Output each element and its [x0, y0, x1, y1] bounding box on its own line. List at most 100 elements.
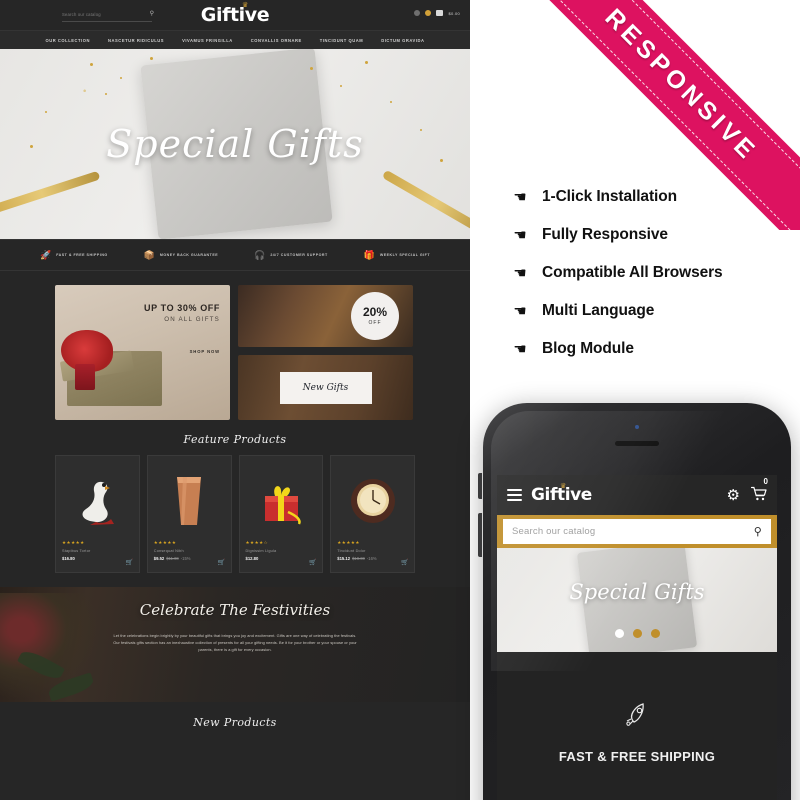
product-name[interactable]: Consequat Nibh: [154, 549, 225, 553]
feature-item-1-click-installation: ☚ 1-Click Installation: [512, 188, 792, 206]
product-rating: ★★★★☆: [245, 540, 269, 545]
product-card[interactable]: ★★★★★ Consequat Nibh $9.52 $11.00 -15% 🛒: [146, 455, 232, 573]
product-rating: ★★★★★: [62, 540, 85, 545]
desktop-header: Search our catalog ⚲ Giftive ♛ $0.00: [0, 0, 470, 30]
add-to-cart-icon[interactable]: 🛒: [401, 560, 408, 566]
product-image: [337, 462, 408, 540]
service-money-back-guarantee: 📦 MONEY BACK GUARANTEE: [143, 249, 219, 260]
cart-total: $0.00: [448, 10, 460, 16]
shop-now-button[interactable]: SHOP NOW: [144, 349, 220, 354]
hero-gold-ribbon-2: [381, 169, 470, 238]
mobile-search-placeholder: Search our catalog: [512, 526, 596, 537]
headphones-icon: 🎧: [254, 249, 266, 260]
site-logo[interactable]: Giftive ♛: [0, 1, 470, 26]
feature-products-title: Feature Products: [183, 433, 287, 446]
front-camera-icon: [635, 425, 639, 429]
hero-gold-ribbon: [0, 170, 101, 217]
ribbon-stitch-top: [546, 0, 800, 220]
new-products-section: New Products: [0, 702, 470, 747]
service-strip: 🚀 FAST & FREE SHIPPING 📦 MONEY BACK GUAR…: [0, 239, 470, 271]
product-price: $12.80: [245, 556, 259, 561]
festivities-section: Celebrate The Festivities Let the celebr…: [0, 587, 470, 702]
price-current: $9.52: [153, 556, 165, 561]
gift-icon: 🎁: [363, 249, 375, 260]
product-name[interactable]: Stapibus Tortor: [62, 549, 133, 553]
desktop-preview: Search our catalog ⚲ Giftive ♛ $0.00 OUR…: [0, 0, 470, 800]
thumbs-up-icon: ☚: [513, 340, 527, 358]
wishlist-icon[interactable]: [425, 10, 432, 16]
mobile-hero-slider[interactable]: Special Gifts: [497, 548, 777, 652]
mobile-search-input[interactable]: Search our catalog ⚲: [503, 519, 771, 544]
add-to-cart-icon[interactable]: 🛒: [126, 560, 133, 566]
nav-item-vivamus-fringilla[interactable]: VIVAMUS FRINGILLA: [182, 38, 233, 43]
service-label: WEEKLY SPECIAL GIFT: [379, 253, 431, 257]
slider-dot-2[interactable]: [632, 629, 642, 638]
feature-item-multi-language: ☚ Multi Language: [512, 302, 792, 320]
feature-label: 1-Click Installation: [542, 188, 677, 205]
price-discount: -16%: [366, 556, 377, 561]
service-weekly-special-gift: 🎁 WEEKLY SPECIAL GIFT: [363, 249, 431, 260]
gear-icon[interactable]: ⚙: [727, 488, 740, 503]
discount-badge: 20% OFF: [351, 292, 399, 340]
product-card[interactable]: ★★★★★ Tincidunt Dolor $15.12 $18.00 -16% 🛒: [330, 455, 415, 573]
service-label: 24/7 CUSTOMER SUPPORT: [270, 253, 328, 257]
product-image: [246, 462, 317, 540]
promo-banner-grid: UP TO 30% OFF ON ALL GIFTS SHOP NOW 20% …: [0, 271, 470, 420]
slider-dot-1[interactable]: [614, 629, 624, 638]
crown-icon: ♛: [560, 482, 566, 490]
feature-item-compatible-all-browsers: ☚ Compatible All Browsers: [512, 264, 792, 282]
hamburger-menu-icon[interactable]: [507, 486, 522, 504]
right-panel: RESPONSIVE ☚ 1-Click Installation ☚ Full…: [470, 0, 800, 800]
product-card[interactable]: ★★★★☆ Dignissim Ligula $12.80 🛒: [238, 455, 324, 573]
nav-item-dictum-gravida[interactable]: DICTUM GRAVIDA: [381, 38, 424, 43]
mobile-service-label: FAST & FREE SHIPPING: [558, 749, 716, 764]
rocket-icon: [497, 700, 777, 735]
user-account-icon[interactable]: [414, 10, 421, 16]
mobile-service-block: FAST & FREE SHIPPING: [497, 652, 777, 764]
thumbs-up-icon: ☚: [513, 226, 527, 244]
add-to-cart-icon[interactable]: 🛒: [309, 560, 316, 566]
feature-label: Blog Module: [542, 340, 634, 357]
festivities-paragraph: Let the celebrations begin brightly by y…: [113, 633, 357, 653]
feature-item-blog-module: ☚ Blog Module: [512, 340, 792, 358]
crown-icon: ♛: [242, 1, 248, 9]
promo-headline: UP TO 30% OFF: [144, 303, 220, 313]
product-name[interactable]: Tincidunt Dolor: [337, 549, 408, 553]
product-price: $9.52 $11.00 -15%: [154, 556, 225, 561]
cart-icon[interactable]: 0: [750, 478, 768, 504]
product-name[interactable]: Dignissim Ligula: [246, 549, 317, 553]
promo-banner-20-off[interactable]: 20% OFF: [238, 285, 413, 347]
feature-label: Multi Language: [542, 302, 655, 319]
festivities-title: Celebrate The Festivities: [139, 601, 331, 619]
price-current: $15.12: [337, 556, 351, 561]
slider-dot-3[interactable]: [650, 629, 660, 638]
slider-dots: [497, 629, 777, 638]
mobile-logo[interactable]: Giftive ♛: [531, 482, 592, 505]
feature-list: ☚ 1-Click Installation ☚ Fully Responsiv…: [512, 188, 792, 378]
main-navigation: OUR COLLECTION NASCETUR RIDICULUS VIVAMU…: [0, 30, 470, 49]
promo-subhead: ON ALL GIFTS: [164, 316, 220, 323]
product-rating: ★★★★★: [337, 540, 360, 545]
hero-banner[interactable]: Special Gifts: [0, 49, 470, 239]
add-to-cart-icon[interactable]: 🛒: [218, 560, 225, 566]
nav-item-convallis-ornare[interactable]: CONVALLIS ORNARE: [251, 38, 302, 43]
thumbs-up-icon: ☚: [513, 302, 527, 320]
discount-number: 20%: [362, 305, 388, 319]
price-discount: -15%: [180, 556, 191, 561]
product-card[interactable]: ★★★★★ Stapibus Tortor $16.80 🛒: [55, 455, 140, 573]
nav-item-tincidunt-quam[interactable]: TINCIDUNT QUAM: [320, 38, 363, 43]
new-gifts-card: New Gifts: [279, 371, 372, 404]
box-icon: 📦: [143, 249, 155, 260]
promo-banner-30-off[interactable]: UP TO 30% OFF ON ALL GIFTS SHOP NOW: [55, 285, 230, 420]
service-label: MONEY BACK GUARANTEE: [159, 253, 219, 257]
promo-banner-new-gifts[interactable]: New Gifts: [238, 355, 413, 420]
cart-icon[interactable]: [436, 10, 444, 16]
new-products-title: New Products: [193, 716, 277, 729]
nav-item-our-collection[interactable]: OUR COLLECTION: [45, 38, 90, 43]
search-icon[interactable]: ⚲: [754, 525, 762, 538]
gift-bow-shape: [61, 330, 113, 390]
nav-item-nascetur-ridiculus[interactable]: NASCETUR RIDICULUS: [108, 38, 164, 43]
mobile-search-bar: Search our catalog ⚲: [497, 515, 777, 548]
mobile-header: Giftive ♛ ⚙ 0: [497, 475, 777, 515]
product-grid: ★★★★★ Stapibus Tortor $16.80 🛒 ★★★★★ Con…: [0, 455, 470, 573]
